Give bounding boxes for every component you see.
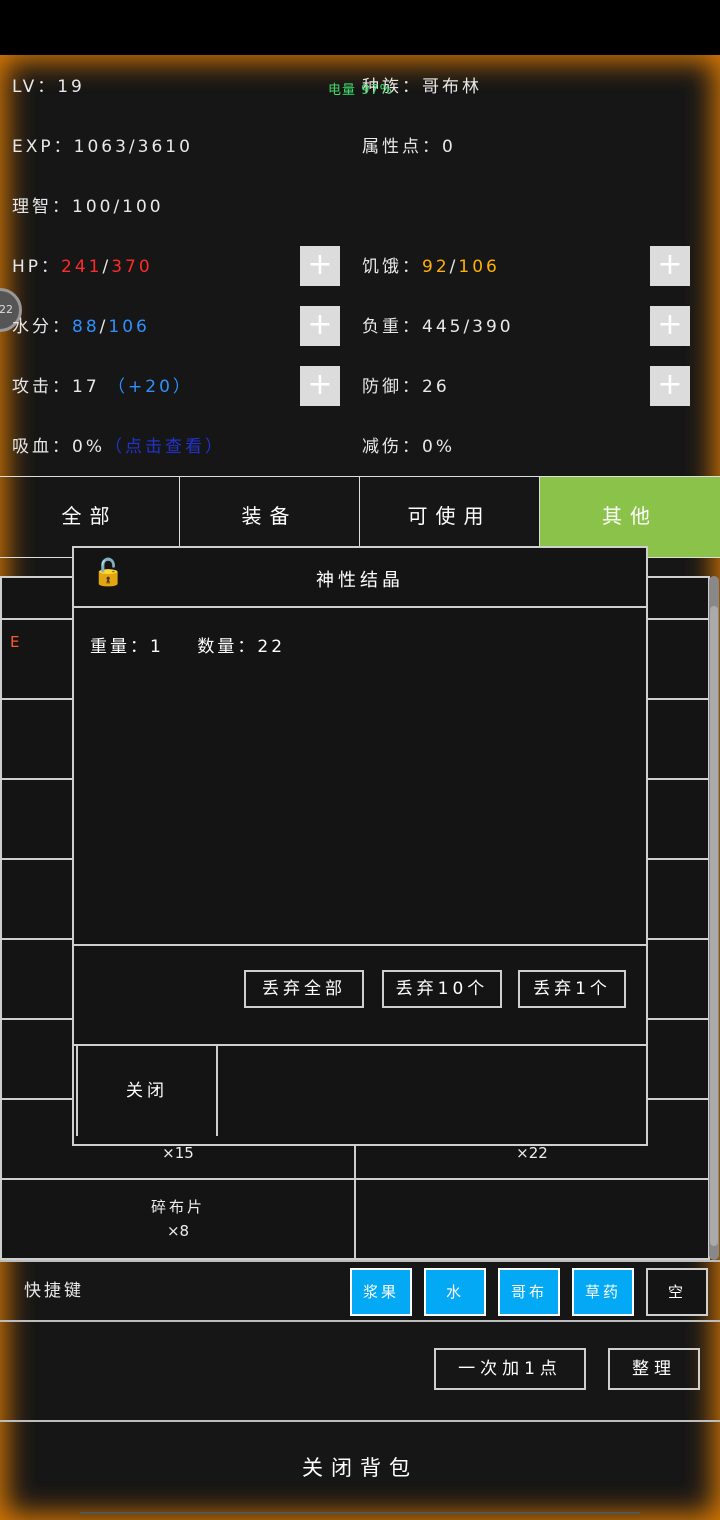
divider xyxy=(0,1320,720,1322)
inventory-cell[interactable] xyxy=(646,698,710,780)
item-count: ×8 xyxy=(166,1222,190,1240)
hunger-current: 92 xyxy=(422,257,450,277)
shortcut-slot-cloth[interactable]: 哥布 xyxy=(498,1268,560,1316)
add-once-button[interactable]: 一次加1点 xyxy=(434,1348,586,1390)
hunger-plus-button[interactable]: + xyxy=(650,246,690,286)
attack-plus-button[interactable]: + xyxy=(300,366,340,406)
inventory-cell[interactable] xyxy=(646,938,710,1020)
inventory-cell[interactable] xyxy=(354,1178,710,1260)
attr-points-text: 属性点：0 xyxy=(362,137,456,157)
dialog-close-button[interactable]: 关闭 xyxy=(76,1046,218,1136)
plus-icon: + xyxy=(657,367,683,402)
drop-all-button[interactable]: 丢弃全部 xyxy=(244,970,364,1008)
battery-overlay: 电量 97% xyxy=(328,83,394,98)
shortcut-label: 快捷键 xyxy=(24,1281,84,1301)
inventory-cell[interactable]: 碎布片 ×8 xyxy=(0,1178,356,1260)
item-name: 碎布片 xyxy=(150,1198,205,1216)
inventory-cell[interactable] xyxy=(0,1018,74,1100)
weight-text: 负重：445/390 xyxy=(362,317,514,337)
water-plus-button[interactable]: + xyxy=(300,306,340,346)
plus-icon: + xyxy=(307,307,333,342)
tab-all[interactable]: 全部 xyxy=(0,477,180,557)
dialog-divider xyxy=(74,606,646,608)
item-count: ×22 xyxy=(516,1144,548,1162)
exp-text: EXP：1063/3610 xyxy=(12,137,193,157)
attack-value: 攻击：17 xyxy=(12,377,100,397)
inventory-cell[interactable] xyxy=(646,618,710,700)
hunger-label: 饥饿： xyxy=(362,257,422,277)
water-text: 水分：88/106 xyxy=(12,317,150,337)
divider xyxy=(0,1420,720,1422)
hp-text: HP：241/370 xyxy=(12,257,153,277)
item-count: ×15 xyxy=(162,1144,194,1162)
hp-max: 370 xyxy=(111,257,153,277)
weight-plus-button[interactable]: + xyxy=(650,306,690,346)
water-max: 106 xyxy=(108,317,150,337)
dialog-title: 神性结晶 xyxy=(316,570,404,591)
hp-label: HP： xyxy=(12,257,62,277)
inventory-cell[interactable] xyxy=(0,858,74,940)
divider xyxy=(0,1260,720,1262)
hp-plus-button[interactable]: + xyxy=(300,246,340,286)
inventory-cell[interactable] xyxy=(0,778,74,860)
hp-current: 241 xyxy=(61,257,103,277)
water-current: 88 xyxy=(72,317,100,337)
inventory-cell[interactable] xyxy=(646,858,710,940)
shortcut-slot-water[interactable]: 水 xyxy=(424,1268,486,1316)
drop-10-button[interactable]: 丢弃10个 xyxy=(382,970,502,1008)
plus-icon: + xyxy=(657,247,683,282)
inventory-cell[interactable] xyxy=(0,938,74,1020)
inventory-cell[interactable] xyxy=(646,576,710,620)
dialog-divider xyxy=(74,944,646,946)
plus-icon: + xyxy=(307,247,333,282)
level-text: LV：19 xyxy=(12,77,85,97)
inventory-cell[interactable] xyxy=(0,576,74,620)
scrollbar-thumb[interactable] xyxy=(710,606,718,1246)
damage-reduction-text: 减伤：0% xyxy=(362,437,455,457)
hunger-text: 饥饿：92/106 xyxy=(362,257,500,277)
attack-text: 攻击：17 （+20） xyxy=(12,372,193,397)
inventory-cell[interactable] xyxy=(0,698,74,780)
inventory-cell[interactable] xyxy=(646,1018,710,1100)
lifesteal-hint-link[interactable]: （点击查看） xyxy=(105,437,225,457)
tab-usable[interactable]: 可使用 xyxy=(360,477,540,557)
shortcut-slot-herb[interactable]: 草药 xyxy=(572,1268,634,1316)
shortcut-slot-berry[interactable]: 浆果 xyxy=(350,1268,412,1316)
tab-other[interactable]: 其他 xyxy=(540,477,720,557)
item-partial-letter: E xyxy=(10,633,23,651)
item-info-text: 重量：1 数量：22 xyxy=(90,637,286,657)
lifesteal-value: 吸血：0% xyxy=(12,437,105,457)
bottom-edge-tabs xyxy=(80,1512,640,1520)
inventory-scrollbar[interactable] xyxy=(709,576,719,1260)
shortcut-slot-empty[interactable]: 空 xyxy=(646,1268,708,1316)
defense-plus-button[interactable]: + xyxy=(650,366,690,406)
race-value: 哥布林 xyxy=(422,77,482,97)
plus-icon: + xyxy=(657,307,683,342)
item-detail-dialog: 🔓 神性结晶 重量：1 数量：22 丢弃全部 丢弃10个 丢弃1个 关闭 xyxy=(72,546,648,1146)
lifesteal-text: 吸血：0%（点击查看） xyxy=(12,432,225,457)
sanity-text: 理智：100/100 xyxy=(12,197,164,217)
inventory-cell[interactable] xyxy=(646,778,710,860)
hunger-max: 106 xyxy=(458,257,500,277)
attack-bonus: （+20） xyxy=(108,377,193,397)
plus-icon: + xyxy=(307,367,333,402)
inventory-cell[interactable]: E xyxy=(0,618,74,700)
sort-button[interactable]: 整理 xyxy=(608,1348,700,1390)
tab-equipment[interactable]: 装备 xyxy=(180,477,360,557)
drop-1-button[interactable]: 丢弃1个 xyxy=(518,970,626,1008)
water-label: 水分： xyxy=(12,317,72,337)
close-bag-button[interactable]: 关闭背包 xyxy=(0,1452,720,1482)
defense-text: 防御：26 xyxy=(362,377,450,397)
